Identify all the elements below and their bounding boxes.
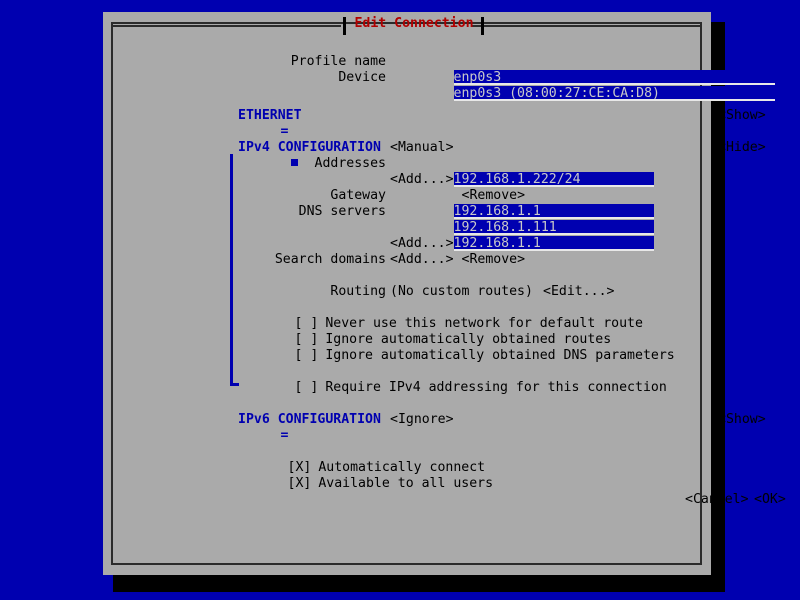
checkbox-ignore-dns[interactable]: [ ] Ignore automatically obtained DNS par…	[231, 332, 675, 363]
checkbox-require-ipv4-label: Require IPv4 addressing for this connect…	[325, 380, 667, 395]
ipv6-section-label[interactable]: IPv6 CONFIGURATION	[238, 412, 381, 428]
address-add-button[interactable]: <Add...>	[390, 172, 454, 188]
ipv6-method-select[interactable]: <Ignore>	[390, 412, 454, 428]
ipv4-hide-toggle[interactable]: <Hide>	[718, 140, 766, 156]
ethernet-show-toggle[interactable]: <Show>	[718, 108, 766, 124]
cancel-button[interactable]: <Cancel>	[685, 492, 749, 508]
dns-servers-label: DNS servers	[298, 204, 386, 219]
dns-add-button[interactable]: <Add...>	[390, 236, 454, 252]
ethernet-collapsed-marker: =	[280, 124, 289, 139]
dns-row-0: 192.168.1.111 <Remove>	[390, 204, 654, 251]
window-content: Profile name enp0s3 Device enp0s3 (08:00…	[103, 12, 786, 575]
checkbox-ignore-dns-mark: [ ]	[294, 348, 319, 363]
ipv6-collapsed-marker: =	[280, 428, 289, 443]
ipv6-show-toggle[interactable]: <Show>	[718, 412, 766, 428]
gateway-label: Gateway	[330, 188, 386, 203]
search-domains-label: Search domains	[274, 252, 386, 267]
window-titlebar: Edit Connection	[111, 15, 702, 35]
checkbox-available-all-users[interactable]: [X] Available to all users	[224, 460, 494, 491]
search-domains-add-button[interactable]: <Add...>	[390, 252, 454, 268]
addresses-label: Addresses	[314, 156, 386, 171]
ok-button[interactable]: <OK>	[754, 492, 786, 508]
dns-row-1: 192.168.1.1 <Remove>	[390, 220, 654, 267]
checkbox-automatically-connect[interactable]: [X] Automatically connect	[224, 444, 486, 475]
dns-remove-1[interactable]: <Remove>	[462, 252, 526, 267]
checkbox-available-all-users-mark: [X]	[287, 476, 312, 491]
dns-input-1[interactable]: 192.168.1.1	[453, 236, 654, 251]
checkbox-ignore-dns-label: Ignore automatically obtained DNS parame…	[325, 348, 675, 363]
checkbox-available-all-users-label: Available to all users	[318, 476, 494, 491]
profile-name-field-wrap: enp0s3	[390, 54, 775, 85]
profile-name-label: Profile name	[290, 54, 386, 69]
edit-connection-window: Edit Connection Profile name enp0s3 Devi…	[103, 12, 786, 575]
ipv4-section-label[interactable]: IPv4 CONFIGURATION	[238, 140, 381, 156]
titlebar-bracket-right	[481, 17, 484, 35]
ethernet-section-label[interactable]: ETHERNET	[238, 108, 302, 124]
checkbox-never-default-route[interactable]: [ ] Never use this network for default ro…	[231, 300, 643, 331]
checkbox-require-ipv4[interactable]: [ ] Require IPv4 addressing for this conn…	[231, 364, 667, 395]
gateway-row: 192.168.1.1	[390, 188, 654, 219]
address-input-0[interactable]: 192.168.1.222/24	[453, 172, 654, 187]
routing-summary: (No custom routes)	[390, 284, 533, 299]
checkbox-ignore-routes[interactable]: [ ] Ignore automatically obtained routes	[231, 316, 612, 347]
device-input[interactable]: enp0s3 (08:00:27:CE:CA:D8)	[453, 86, 775, 101]
routing-edit-button[interactable]: <Edit...>	[543, 284, 614, 300]
device-field-wrap: enp0s3 (08:00:27:CE:CA:D8)	[390, 70, 775, 101]
device-label: Device	[338, 70, 386, 85]
routing-label: Routing	[330, 284, 386, 299]
titlebar-rule-right	[472, 25, 702, 27]
ipv4-method-select[interactable]: <Manual>	[390, 140, 454, 156]
desktop-background: Edit Connection Profile name enp0s3 Devi…	[0, 0, 800, 600]
checkbox-require-ipv4-mark: [ ]	[294, 380, 319, 395]
titlebar-rule-left	[111, 25, 341, 27]
window-title: Edit Connection	[354, 16, 474, 31]
address-row-0: 192.168.1.222/24 <Remove>	[390, 156, 654, 203]
titlebar-bracket-left	[343, 17, 346, 35]
